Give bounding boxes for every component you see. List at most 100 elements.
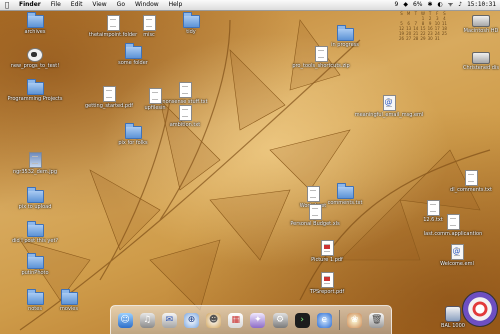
calendar-weeks: 1 2 3 4 5 6 7 8 9 10 11 12 13 14 15 16 17 18 19 20 21 22 23 24 2… [398, 16, 448, 41]
folder-icon [124, 123, 142, 139]
document-icon [106, 15, 120, 31]
spreadsheet-icon [308, 204, 322, 220]
calendar-date: 26 [398, 36, 405, 41]
menu-help[interactable]: Help [164, 0, 188, 10]
icon-label: Programming Projects [7, 96, 63, 102]
icon-label: ngr3532_dem.jpg [12, 169, 58, 175]
desktop-icon-pro-tools[interactable]: pro_tools_shortcuts.zip [292, 46, 350, 69]
menu-view[interactable]: View [87, 0, 111, 10]
desktop-icon-tidy[interactable]: tidy [168, 12, 214, 35]
fern-leaf-graphic [19, 19, 491, 331]
image-file-icon [28, 152, 42, 168]
apple-menu-icon[interactable]:  [0, 0, 14, 10]
wifi-icon[interactable]: ᯤ [448, 0, 453, 10]
menu-go[interactable]: Go [112, 0, 130, 10]
desktop-icon-pix-to-upload[interactable]: pix to upload [12, 187, 58, 210]
sheep-app-icon [27, 48, 43, 62]
document-icon [142, 15, 156, 31]
bluetooth-icon[interactable]: ✱ [427, 0, 432, 10]
icon-label: dl_comments.txt [450, 187, 492, 193]
menu-file[interactable]: File [46, 0, 66, 10]
desktop-icon-misc[interactable]: misc [126, 15, 172, 38]
ichat-dock-icon[interactable]: ☻ [206, 312, 222, 328]
safari-dock-icon[interactable]: ⊕ [183, 312, 199, 328]
desktop-icon-email-message[interactable]: meaningful_email_msg.eml [355, 95, 423, 118]
system-preferences-dock-icon[interactable]: ⚙ [272, 312, 288, 328]
disc-gadget-icon[interactable] [462, 291, 498, 327]
terminal-dock-icon[interactable]: › [294, 312, 310, 328]
menu-bar:  Finder File Edit View Go Window Help 9… [0, 0, 500, 11]
desktop-icon-programming[interactable]: Programming Projects [8, 79, 63, 102]
desktop-icon-picture-pdf[interactable]: Picture 1.pdf [304, 240, 350, 263]
app-icon [445, 306, 461, 322]
calendar-date: 29 [420, 36, 426, 41]
icon-label: some folder [118, 60, 148, 66]
icon-label: getting_started.pdf [85, 103, 133, 109]
menu-clock[interactable]: 15:10:31 [467, 0, 496, 10]
menu-finder[interactable]: Finder [14, 0, 46, 10]
menu-edit[interactable]: Edit [66, 0, 88, 10]
calendar-week-row: 26 27 28 29 30 31 [398, 36, 448, 41]
menu-extras: 9 ◆ 6% ✱ ◐ ᯤ ♪ 15:10:31 [395, 0, 497, 10]
document-icon [446, 214, 460, 230]
icon-label: last.comm.applicantion [423, 231, 483, 237]
desktop-icon-getting-started[interactable]: getting_started.pdf [85, 86, 133, 109]
desktop-icon-eject-disk[interactable]: Christened dis [458, 52, 500, 71]
display-icon[interactable]: ◐ [438, 0, 443, 10]
document-icon [102, 86, 116, 102]
ical-dock-icon[interactable]: ▦ [228, 312, 244, 328]
calendar-date [441, 36, 448, 41]
desktop-icon-did-i-post[interactable]: did I post this yet? [12, 221, 58, 244]
icon-label: Macintosh HD [463, 28, 499, 34]
desktop-icon-new-progs[interactable]: new_progs_to_test! [10, 48, 60, 69]
desktop-icon-dl-comms[interactable]: dl_comments.txt [448, 170, 494, 193]
disk-icon [472, 52, 490, 64]
finder-dock-icon[interactable]: ☺ [117, 312, 133, 328]
desktop-icon-last-comm[interactable]: last.comm.applicantion [424, 214, 482, 237]
document-icon [464, 170, 478, 186]
mail-dock-icon[interactable]: ✉ [161, 312, 177, 328]
folder-icon [336, 25, 354, 41]
icon-label: ambition.txt [169, 122, 201, 128]
dock: ☺ ♫ ✉ ⊕ ☻ ▦ ✦ ⚙ › e ❀ 🗑 [110, 305, 392, 334]
icon-label: new_progs_to_test! [10, 63, 60, 69]
trash-dock-icon[interactable]: 🗑 [369, 312, 385, 328]
desktop-icon-notes-txt[interactable]: nonsense stuff.txt [162, 82, 208, 105]
document-icon [178, 105, 192, 121]
preview-dock-icon[interactable]: ✦ [250, 312, 266, 328]
icon-label: Welcome.eml [440, 261, 474, 267]
calendar-date: 30 [427, 36, 433, 41]
menu-window[interactable]: Window [130, 0, 164, 10]
icon-label: putinPhoto [21, 270, 49, 276]
desktop-icon-ambition[interactable]: ambition.txt [162, 105, 208, 128]
photos-dock-icon[interactable]: ❀ [347, 312, 363, 328]
pdf-file-icon [320, 272, 334, 288]
desktop-icon-tps-report[interactable]: TPSreport.pdf [304, 272, 350, 295]
document-icon [148, 88, 162, 104]
itunes-dock-icon[interactable]: ♫ [139, 312, 155, 328]
cpu-meter-icon[interactable]: 6% [413, 0, 423, 10]
desktop-icon-photos[interactable]: putinPhoto [12, 253, 58, 276]
desktop-icon-in-progress[interactable]: in progress [322, 25, 368, 48]
internet-explorer-dock-icon[interactable]: e [316, 312, 332, 328]
desktop-icon-pix-for-folks[interactable]: pix for folks [110, 123, 156, 146]
desktop-icon-comments[interactable]: comments.txt [322, 183, 368, 206]
menu-extra-2[interactable]: ◆ [403, 0, 408, 10]
menu-extra-1[interactable]: 9 [395, 0, 399, 10]
icon-label: pix for folks [118, 140, 148, 146]
desktop-icon-screenshot[interactable]: ngr3532_dem.jpg [12, 152, 58, 175]
calendar-date: 31 [434, 36, 440, 41]
desktop-icon-spreadsheet[interactable]: Personal Budget.xls [290, 204, 340, 227]
icon-label: notes [28, 306, 42, 312]
folder-icon [26, 289, 44, 305]
icon-label: misc [143, 32, 155, 38]
folder-icon [336, 183, 354, 199]
desktop-icon-mac-hd[interactable]: Macintosh HD [458, 15, 500, 34]
desktop-icon-some-folder[interactable]: some folder [110, 43, 156, 66]
desktop-icon-movies[interactable]: movies [46, 289, 92, 312]
desktop-icon-welcome-mail[interactable]: Welcome.eml [434, 244, 480, 267]
icon-label: archives [24, 29, 46, 35]
icon-label: BAL 1000 [441, 323, 465, 329]
volume-icon[interactable]: ♪ [458, 0, 462, 10]
desktop-icon-archives[interactable]: archives [12, 12, 58, 35]
